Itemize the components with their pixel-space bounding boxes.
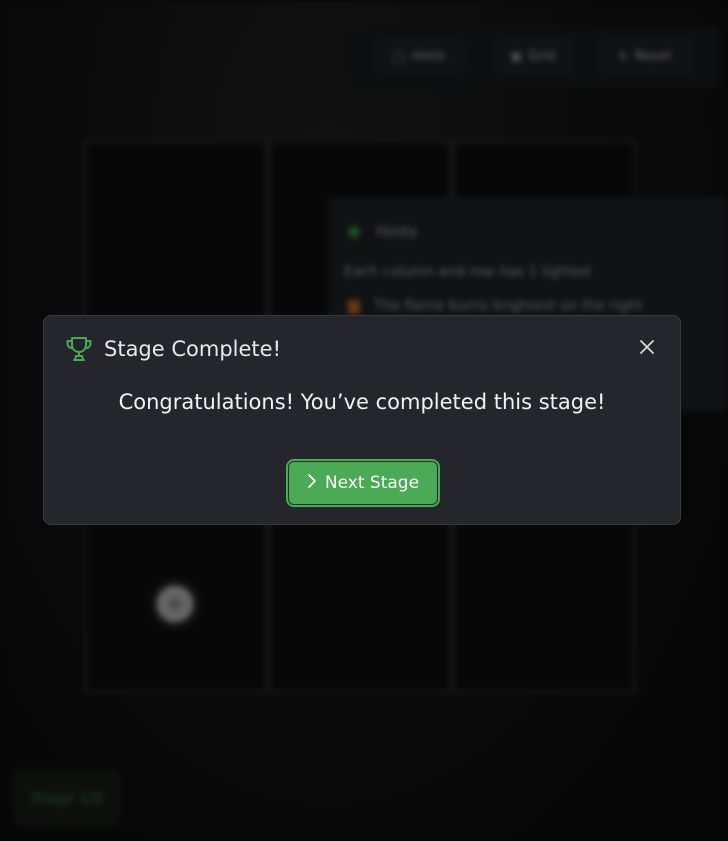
next-stage-button[interactable]: Next Stage: [286, 459, 440, 507]
dialog-title: Stage Complete!: [104, 337, 281, 361]
trophy-icon: [64, 336, 94, 362]
dialog-header: Stage Complete!: [64, 336, 281, 362]
close-icon[interactable]: [638, 338, 656, 356]
chevron-right-icon: [307, 473, 317, 494]
next-stage-label: Next Stage: [324, 473, 420, 493]
dialog-message: Congratulations! You’ve completed this s…: [118, 390, 606, 414]
stage-complete-dialog: Stage Complete! Congratulations! You’ve …: [43, 315, 681, 525]
game-screen: ◯ Hints ▦ Grid ↻ Reset Hints Each column…: [0, 0, 728, 841]
